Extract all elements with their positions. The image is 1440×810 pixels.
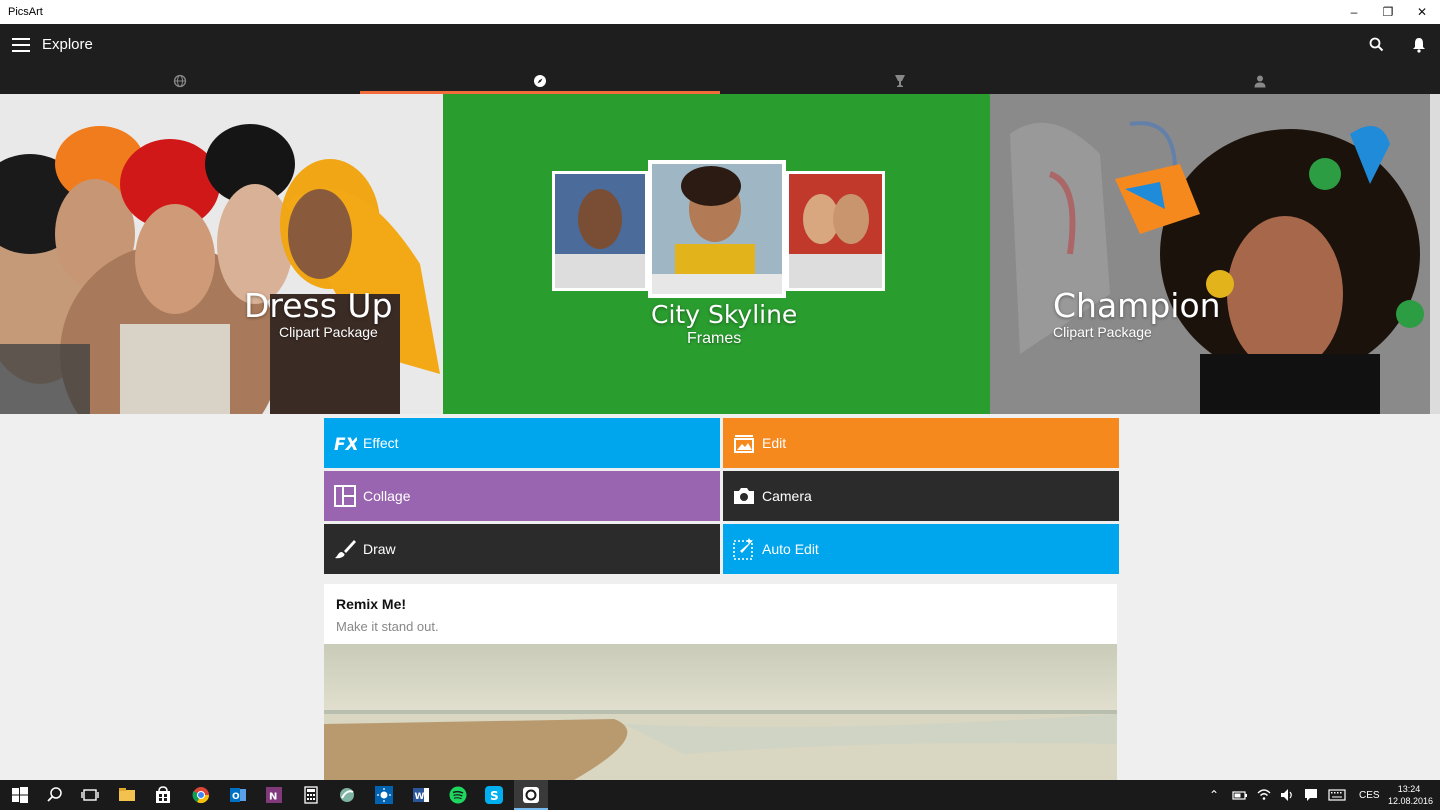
picsart-taskbar-button[interactable] <box>514 780 548 810</box>
banner-subtitle: Clipart Package <box>1053 324 1152 340</box>
dress-up-photo <box>0 94 443 414</box>
maximize-icon: ❐ <box>1382 5 1394 19</box>
tab-network[interactable] <box>0 68 360 94</box>
windows-taskbar: O N W S ⌃ CES 13:24 12.08.2016 <box>0 780 1440 810</box>
banner-title: Dress Up <box>244 286 393 325</box>
close-icon: ✕ <box>1416 5 1428 19</box>
close-button[interactable]: ✕ <box>1405 0 1439 24</box>
effect-label: Effect <box>363 435 399 451</box>
person-icon <box>1254 75 1266 88</box>
effect-button[interactable]: FX Effect <box>324 418 720 468</box>
remix-title: Remix Me! <box>336 596 407 612</box>
banner-champion[interactable]: Champion Clipart Package <box>990 94 1430 414</box>
clock-time: 13:24 <box>1397 784 1421 794</box>
battery-icon[interactable] <box>1232 787 1248 803</box>
file-explorer-icon[interactable] <box>117 785 137 805</box>
calculator-icon[interactable] <box>301 785 321 805</box>
svg-text:S: S <box>490 789 499 803</box>
clock-date: 12.08.2016 <box>1388 796 1434 806</box>
chrome-icon[interactable] <box>191 785 211 805</box>
fx-icon: FX <box>334 435 357 455</box>
window-title: PicsArt <box>8 6 43 18</box>
compass-icon <box>534 75 546 87</box>
volume-icon[interactable] <box>1279 787 1295 803</box>
magic-wand-icon <box>733 538 754 560</box>
svg-text:N: N <box>269 792 277 803</box>
tab-explore[interactable] <box>360 68 720 94</box>
camera-button[interactable]: Camera <box>723 471 1119 521</box>
word-icon[interactable]: W <box>411 785 431 805</box>
remix-card[interactable]: Remix Me! Make it stand out. <box>324 584 1117 780</box>
banner-title: City Skyline <box>651 300 798 329</box>
window-titlebar: PicsArt – ❐ ✕ <box>0 0 1440 24</box>
clock[interactable]: 13:24 12.08.2016 <box>1388 783 1434 807</box>
weather-sun-icon[interactable] <box>374 785 394 805</box>
keyboard-icon[interactable] <box>1328 787 1346 803</box>
camera-icon <box>734 488 754 504</box>
globe-icon <box>173 74 187 88</box>
tab-contests[interactable] <box>720 68 1080 94</box>
tab-profile[interactable] <box>1080 68 1440 94</box>
collage-icon <box>334 485 356 507</box>
search-icon[interactable] <box>1368 36 1386 54</box>
picsart-icon <box>523 787 539 803</box>
minimize-button[interactable]: – <box>1337 0 1371 24</box>
remix-beach-photo <box>324 644 1117 780</box>
auto-edit-label: Auto Edit <box>762 541 819 557</box>
collage-button[interactable]: Collage <box>324 471 720 521</box>
featured-banners: Dress Up Clipart Package City Skyline Fr… <box>0 94 1440 414</box>
spotify-icon[interactable] <box>448 785 468 805</box>
image-edit-icon <box>734 435 754 453</box>
banner-subtitle: Frames <box>687 330 742 347</box>
scrollbar-track[interactable] <box>1430 94 1440 414</box>
wifi-icon[interactable] <box>1256 787 1272 803</box>
auto-edit-button[interactable]: Auto Edit <box>723 524 1119 574</box>
skype-icon[interactable]: S <box>484 785 504 805</box>
banner-title: Champion <box>1053 286 1221 325</box>
banner-subtitle: Clipart Package <box>279 324 378 340</box>
svg-text:W: W <box>415 792 425 802</box>
svg-text:O: O <box>232 792 240 802</box>
trophy-icon <box>895 75 905 87</box>
beach-image <box>324 644 1117 780</box>
city-skyline-frames-preview <box>552 160 885 298</box>
minimize-icon: – <box>1350 5 1358 19</box>
banner-city-skyline[interactable]: City Skyline Frames <box>443 94 990 414</box>
maps-app-icon[interactable] <box>337 785 357 805</box>
collage-label: Collage <box>363 488 411 504</box>
task-view-icon[interactable] <box>80 785 100 805</box>
maximize-button[interactable]: ❐ <box>1371 0 1405 24</box>
app-header: Explore <box>0 24 1440 94</box>
edit-button[interactable]: Edit <box>723 418 1119 468</box>
main-tabs <box>0 68 1440 94</box>
draw-button[interactable]: Draw <box>324 524 720 574</box>
language-indicator[interactable]: CES <box>1359 790 1380 801</box>
remix-subtitle: Make it stand out. <box>336 619 439 634</box>
edit-label: Edit <box>762 435 787 451</box>
store-icon[interactable] <box>153 785 173 805</box>
banner-dress-up[interactable]: Dress Up Clipart Package <box>0 94 443 414</box>
draw-label: Draw <box>363 541 396 557</box>
action-center-icon[interactable] <box>1303 787 1319 803</box>
outlook-icon[interactable]: O <box>228 785 248 805</box>
champion-photo <box>990 94 1430 414</box>
svg-text:FX: FX <box>334 435 357 455</box>
camera-label: Camera <box>762 488 812 504</box>
brush-icon <box>335 540 356 559</box>
hamburger-menu-button[interactable] <box>12 38 30 52</box>
tray-chevron-up-icon[interactable]: ⌃ <box>1209 788 1219 802</box>
taskbar-search-icon[interactable] <box>45 785 65 805</box>
notifications-bell-icon[interactable] <box>1410 36 1428 54</box>
windows-start-icon[interactable] <box>10 785 30 805</box>
page-title: Explore <box>42 36 93 53</box>
onenote-icon[interactable]: N <box>264 785 284 805</box>
